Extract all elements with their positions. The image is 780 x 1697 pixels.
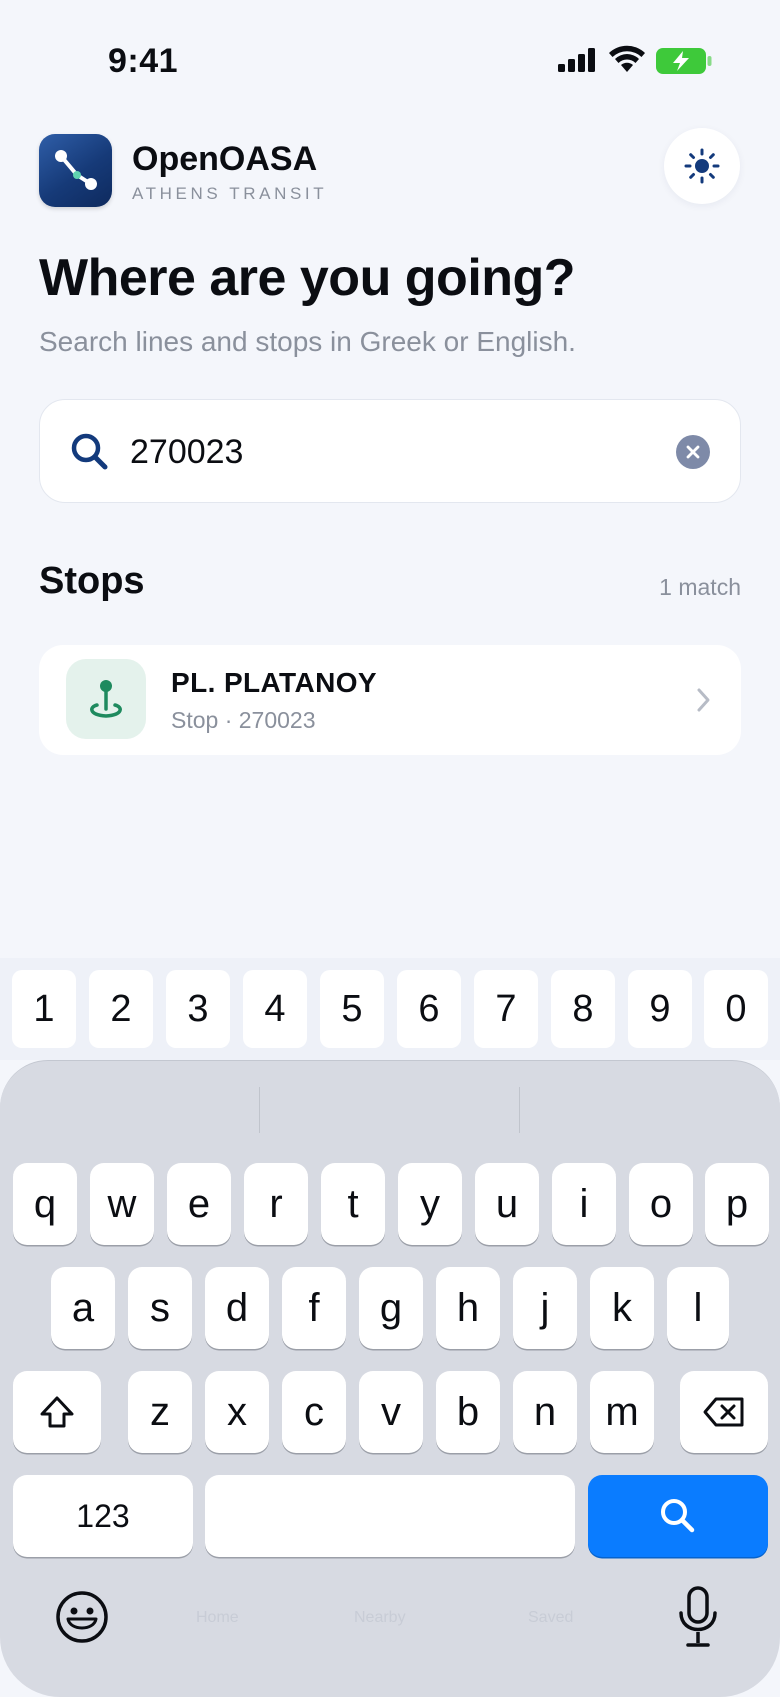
sun-icon bbox=[684, 148, 720, 184]
key-s[interactable]: s bbox=[128, 1267, 192, 1349]
key-i[interactable]: i bbox=[552, 1163, 616, 1245]
tab-saved: Saved bbox=[528, 1609, 574, 1626]
microphone-icon[interactable] bbox=[676, 1585, 720, 1649]
status-time: 9:41 bbox=[108, 42, 179, 80]
suggestion-divider bbox=[259, 1087, 260, 1133]
key-3[interactable]: 3 bbox=[166, 970, 230, 1048]
key-o[interactable]: o bbox=[629, 1163, 693, 1245]
key-r[interactable]: r bbox=[244, 1163, 308, 1245]
section-title: Stops bbox=[39, 560, 145, 602]
status-bar: 9:41 bbox=[0, 0, 780, 120]
key-g[interactable]: g bbox=[359, 1267, 423, 1349]
key-0[interactable]: 0 bbox=[704, 970, 768, 1048]
tab-nearby: Nearby bbox=[354, 1609, 406, 1626]
shift-icon bbox=[40, 1396, 74, 1428]
key-k[interactable]: k bbox=[590, 1267, 654, 1349]
list-item[interactable]: PL. PLATANOY Stop · 270023 bbox=[39, 645, 741, 755]
key-w[interactable]: w bbox=[90, 1163, 154, 1245]
route-icon bbox=[55, 150, 97, 190]
key-5[interactable]: 5 bbox=[320, 970, 384, 1048]
app-name: OpenOASA bbox=[132, 140, 318, 178]
key-x[interactable]: x bbox=[205, 1371, 269, 1453]
page-title: Where are you going? bbox=[39, 249, 576, 307]
key-u[interactable]: u bbox=[475, 1163, 539, 1245]
key-2[interactable]: 2 bbox=[89, 970, 153, 1048]
key-n[interactable]: n bbox=[513, 1371, 577, 1453]
delete-key[interactable] bbox=[680, 1371, 768, 1453]
key-4[interactable]: 4 bbox=[243, 970, 307, 1048]
backspace-icon bbox=[703, 1397, 744, 1427]
key-v[interactable]: v bbox=[359, 1371, 423, 1453]
suggestion-divider bbox=[519, 1087, 520, 1133]
key-b[interactable]: b bbox=[436, 1371, 500, 1453]
key-y[interactable]: y bbox=[398, 1163, 462, 1245]
key-6[interactable]: 6 bbox=[397, 970, 461, 1048]
match-count: 1 match bbox=[659, 574, 741, 600]
key-a[interactable]: a bbox=[51, 1267, 115, 1349]
page-subtitle: Search lines and stops in Greek or Engli… bbox=[39, 326, 576, 357]
key-j[interactable]: j bbox=[513, 1267, 577, 1349]
emoji-icon[interactable] bbox=[54, 1589, 110, 1645]
clear-search-button[interactable] bbox=[676, 435, 710, 469]
key-d[interactable]: d bbox=[205, 1267, 269, 1349]
key-t[interactable]: t bbox=[321, 1163, 385, 1245]
key-l[interactable]: l bbox=[667, 1267, 729, 1349]
battery-charging-icon bbox=[656, 48, 712, 74]
stop-icon-badge bbox=[66, 659, 146, 739]
key-c[interactable]: c bbox=[282, 1371, 346, 1453]
key-m[interactable]: m bbox=[590, 1371, 654, 1453]
close-icon bbox=[686, 445, 700, 459]
stop-name: PL. PLATANOY bbox=[171, 667, 377, 698]
stop-code: Stop · 270023 bbox=[171, 707, 316, 733]
chevron-right-icon bbox=[697, 688, 710, 712]
app-logo bbox=[39, 134, 112, 207]
search-icon bbox=[661, 1499, 695, 1533]
key-7[interactable]: 7 bbox=[474, 970, 538, 1048]
app-subtitle: ATHENS TRANSIT bbox=[132, 184, 328, 203]
key-z[interactable]: z bbox=[128, 1371, 192, 1453]
search-icon bbox=[71, 433, 108, 470]
key-q[interactable]: q bbox=[13, 1163, 77, 1245]
key-9[interactable]: 9 bbox=[628, 970, 692, 1048]
stop-pin-icon bbox=[90, 680, 122, 718]
keyboard-number-row: 1 2 3 4 5 6 7 8 9 0 bbox=[0, 958, 780, 1060]
numbers-mode-key[interactable]: 123 bbox=[13, 1475, 193, 1557]
tab-home: Home bbox=[196, 1609, 239, 1626]
wifi-icon bbox=[609, 45, 645, 72]
key-e[interactable]: e bbox=[167, 1163, 231, 1245]
key-1[interactable]: 1 bbox=[12, 970, 76, 1048]
search-input[interactable] bbox=[130, 424, 690, 480]
key-h[interactable]: h bbox=[436, 1267, 500, 1349]
theme-toggle-button[interactable] bbox=[664, 128, 740, 204]
search-box[interactable] bbox=[39, 399, 741, 503]
shift-key[interactable] bbox=[13, 1371, 101, 1453]
search-key[interactable] bbox=[588, 1475, 768, 1557]
space-key[interactable] bbox=[205, 1475, 575, 1557]
keyboard: q w e r t y u i o p a s d f g h j k l z … bbox=[0, 1060, 780, 1697]
key-f[interactable]: f bbox=[282, 1267, 346, 1349]
cellular-signal-icon bbox=[558, 48, 595, 72]
key-8[interactable]: 8 bbox=[551, 970, 615, 1048]
key-p[interactable]: p bbox=[705, 1163, 769, 1245]
